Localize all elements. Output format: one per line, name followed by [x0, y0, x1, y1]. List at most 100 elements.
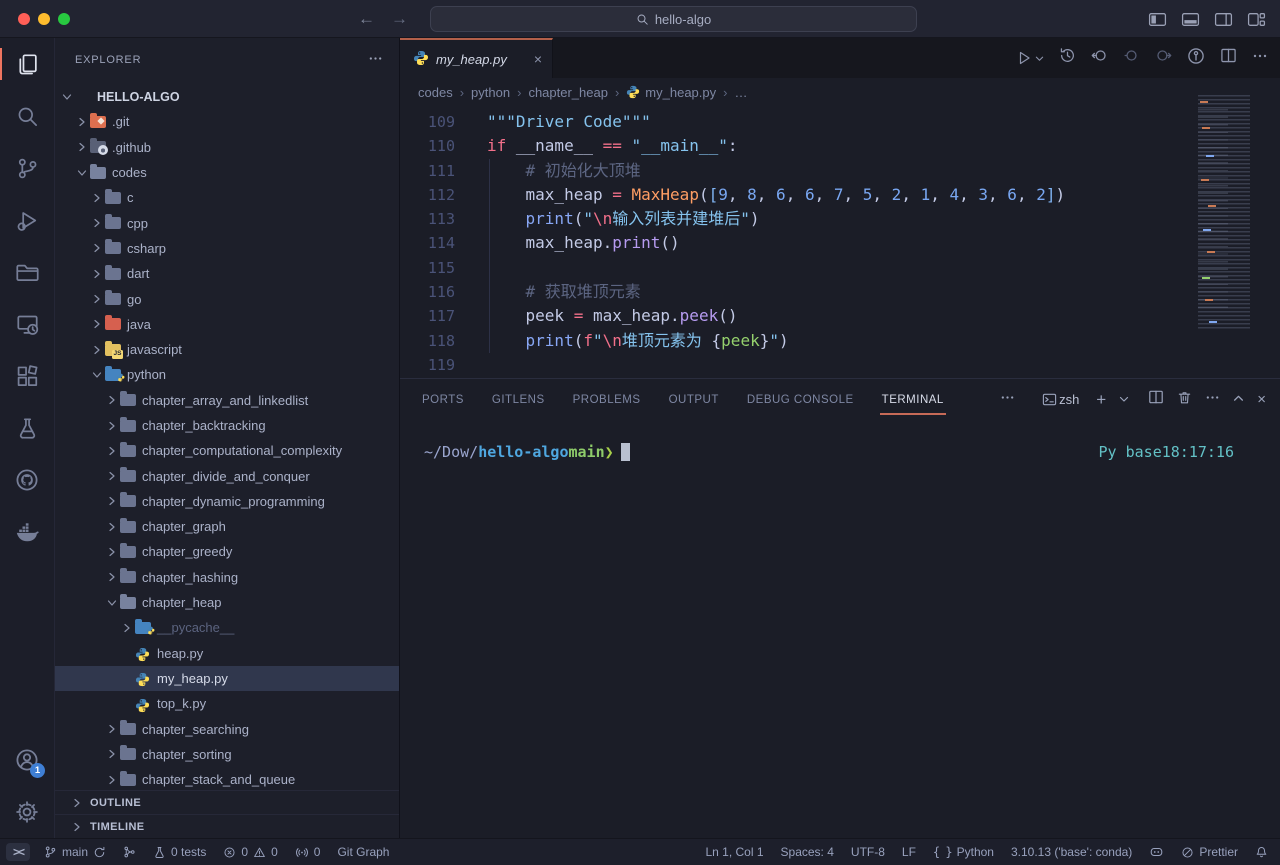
change-indicator-icon[interactable] [1123, 47, 1140, 69]
tree-item-java[interactable]: java [55, 312, 399, 337]
breadcrumb-item[interactable]: python [471, 85, 510, 100]
tree-item-hello-algo[interactable]: HELLO-ALGO [55, 84, 399, 109]
explorer-icon[interactable] [0, 38, 54, 90]
breadcrumb-item[interactable]: … [734, 85, 747, 100]
tree-item-go[interactable]: go [55, 286, 399, 311]
next-change-icon[interactable] [1155, 47, 1172, 69]
terminal-dropdown-icon[interactable] [1119, 391, 1129, 409]
search-sidebar-icon[interactable] [0, 90, 54, 142]
code-line-119[interactable]: 119 [400, 353, 1280, 377]
status-cursor-position[interactable]: Ln 1, Col 1 [705, 845, 763, 859]
tab-my-heap[interactable]: my_heap.py × [400, 38, 553, 78]
customize-layout-icon[interactable] [1247, 11, 1266, 28]
status-tests[interactable]: 0 tests [153, 845, 206, 859]
code-editor[interactable]: 109"""Driver Code"""110if __name__ == "_… [400, 110, 1280, 377]
timeline-section[interactable]: TIMELINE [55, 814, 399, 838]
tree-item-chapter-heap[interactable]: chapter_heap [55, 590, 399, 615]
toggle-primary-sidebar-icon[interactable] [1148, 11, 1167, 28]
breadcrumb-item[interactable]: codes [418, 85, 453, 100]
panel-tab-debug-console[interactable]: DEBUG CONSOLE [747, 394, 854, 406]
tree-item--pycache-[interactable]: __pycache__ [55, 615, 399, 640]
code-line-112[interactable]: 112 max_heap = MaxHeap([9, 8, 6, 6, 7, 5… [400, 183, 1280, 207]
status-language-mode[interactable]: { }Python [933, 845, 994, 859]
panel-tab-gitlens[interactable]: GITLENS [492, 394, 545, 406]
tree-item-python[interactable]: python [55, 362, 399, 387]
zoom-window-button[interactable] [58, 13, 70, 25]
status-python-interpreter[interactable]: 3.10.13 ('base': conda) [1011, 845, 1132, 859]
status-remote-indicator[interactable]: >< [6, 843, 30, 861]
tree-item-chapter-sorting[interactable]: chapter_sorting [55, 742, 399, 767]
github-icon[interactable] [0, 454, 54, 506]
tree-item-my-heap-py[interactable]: my_heap.py [55, 666, 399, 691]
docker-icon[interactable] [0, 506, 54, 558]
tree-item-cpp[interactable]: cpp [55, 210, 399, 235]
code-line-111[interactable]: 111 # 初始化大顶堆 [400, 159, 1280, 183]
status-notifications[interactable] [1255, 846, 1268, 859]
tree-item-heap-py[interactable]: heap.py [55, 641, 399, 666]
tree-item-top-k-py[interactable]: top_k.py [55, 691, 399, 716]
status-indentation[interactable]: Spaces: 4 [781, 845, 834, 859]
breadcrumb-item[interactable]: my_heap.py [626, 85, 716, 100]
status-git-graph[interactable]: Git Graph [337, 845, 389, 859]
tree-item-chapter-array-and-linkedlist[interactable]: chapter_array_and_linkedlist [55, 388, 399, 413]
tree-item-chapter-computational-complexity[interactable]: chapter_computational_complexity [55, 438, 399, 463]
source-control-icon[interactable] [0, 142, 54, 194]
panel-tab-terminal[interactable]: TERMINAL [882, 394, 944, 406]
tree-item-chapter-searching[interactable]: chapter_searching [55, 716, 399, 741]
run-and-debug-icon[interactable] [0, 194, 54, 246]
panel-more-actions-icon[interactable] [1205, 390, 1220, 410]
gitlens-graph-icon[interactable] [1187, 47, 1205, 70]
accounts-icon[interactable]: 1 [0, 734, 54, 786]
tree-item-chapter-divide-and-conquer[interactable]: chapter_divide_and_conquer [55, 463, 399, 488]
extensions-icon[interactable] [0, 350, 54, 402]
panel-tab-problems[interactable]: PROBLEMS [573, 394, 641, 406]
tree-item-chapter-stack-and-queue[interactable]: chapter_stack_and_queue [55, 767, 399, 792]
settings-gear-icon[interactable] [0, 786, 54, 838]
status-ports[interactable]: 0 [295, 845, 321, 859]
maximize-panel-icon[interactable] [1233, 391, 1244, 409]
panel-tab-output[interactable]: OUTPUT [669, 394, 719, 406]
close-panel-icon[interactable]: × [1257, 391, 1266, 408]
run-python-file-button[interactable] [1016, 50, 1044, 66]
tree-item-dart[interactable]: dart [55, 261, 399, 286]
code-line-109[interactable]: 109"""Driver Code""" [400, 110, 1280, 134]
toggle-panel-icon[interactable] [1181, 11, 1200, 28]
code-line-115[interactable]: 115 [400, 256, 1280, 280]
code-line-110[interactable]: 110if __name__ == "__main__": [400, 134, 1280, 158]
status-git-branch[interactable]: main [44, 845, 106, 859]
minimap[interactable] [1192, 95, 1270, 331]
code-line-117[interactable]: 117 peek = max_heap.peek() [400, 304, 1280, 328]
timeline-history-icon[interactable] [1059, 47, 1076, 69]
close-tab-icon[interactable]: × [534, 51, 542, 67]
code-line-116[interactable]: 116 # 获取堆顶元素 [400, 280, 1280, 304]
tree-item-csharp[interactable]: csharp [55, 236, 399, 261]
status-source-control-graph[interactable] [123, 845, 136, 859]
testing-icon[interactable] [0, 402, 54, 454]
code-line-113[interactable]: 113 print("\n输入列表并建堆后") [400, 207, 1280, 231]
tree-item--github[interactable]: .github [55, 135, 399, 160]
tree-item-chapter-greedy[interactable]: chapter_greedy [55, 539, 399, 564]
panel-tab-ports[interactable]: PORTS [422, 394, 464, 406]
split-terminal-icon[interactable] [1148, 389, 1164, 410]
remote-explorer-icon[interactable] [0, 298, 54, 350]
navigate-back-icon[interactable]: ← [358, 9, 375, 29]
tree-item-c[interactable]: c [55, 185, 399, 210]
terminal-shell-icon[interactable]: zsh [1042, 392, 1079, 407]
terminal[interactable]: ~/Dow/hello-algo main ❯Py base 18:17:16 [424, 443, 1234, 461]
tree-item-chapter-graph[interactable]: chapter_graph [55, 514, 399, 539]
new-terminal-icon[interactable]: + [1096, 390, 1106, 410]
more-actions-icon[interactable] [1252, 48, 1268, 69]
toggle-secondary-sidebar-icon[interactable] [1214, 11, 1233, 28]
tree-item-chapter-backtracking[interactable]: chapter_backtracking [55, 413, 399, 438]
tree-item-codes[interactable]: codes [55, 160, 399, 185]
code-line-118[interactable]: 118 print(f"\n堆顶元素为 {peek}") [400, 329, 1280, 353]
split-editor-icon[interactable] [1220, 47, 1237, 69]
code-line-114[interactable]: 114 max_heap.print() [400, 231, 1280, 255]
status-prettier[interactable]: Prettier [1181, 845, 1238, 859]
command-center-search[interactable]: hello-algo [430, 6, 917, 32]
panel-more-tabs-icon[interactable] [1000, 390, 1015, 410]
tree-item-javascript[interactable]: javascript [55, 337, 399, 362]
close-window-button[interactable] [18, 13, 30, 25]
status-encoding[interactable]: UTF-8 [851, 845, 885, 859]
project-manager-icon[interactable] [0, 246, 54, 298]
